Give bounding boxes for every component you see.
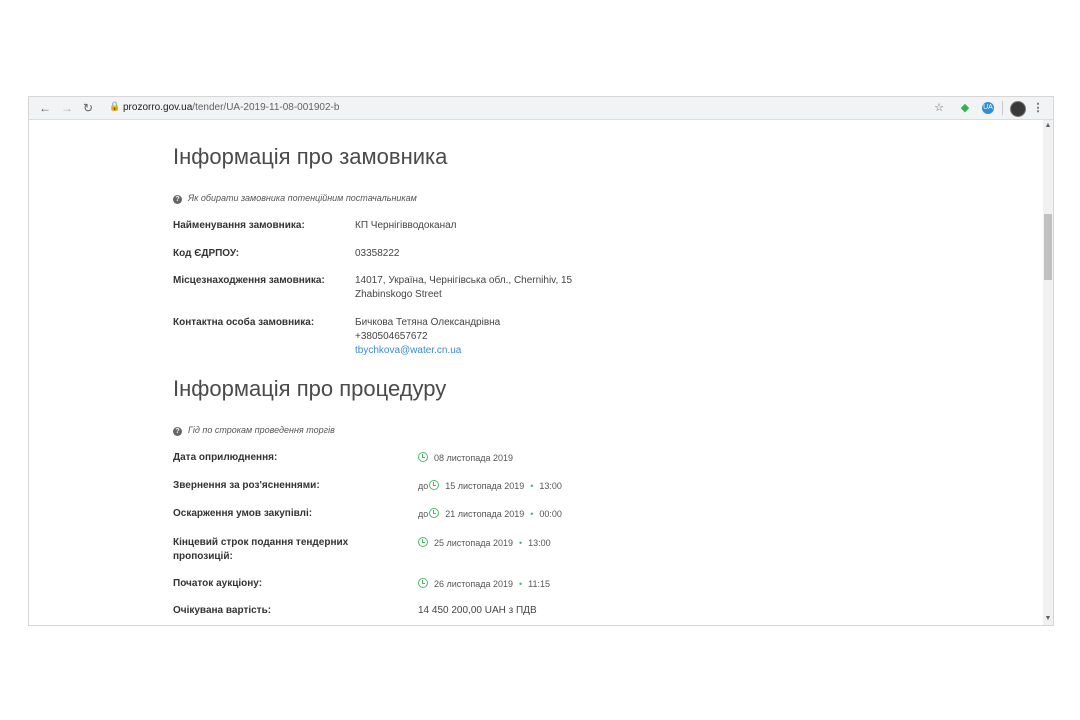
profile-avatar[interactable]	[1010, 101, 1026, 117]
contact-value: Бичкова Тетяна Олександрівна +3805046576…	[355, 316, 500, 358]
toolbar-divider	[1002, 101, 1003, 115]
bids-deadline-value: 25 листопада 2019 • 13:00	[418, 536, 551, 550]
clock-icon	[429, 480, 440, 490]
bookmark-star-icon[interactable]: ☆	[931, 100, 947, 116]
clarifications-label: Звернення за роз'ясненнями:	[173, 480, 320, 491]
menu-kebab-icon[interactable]: ⋮	[1030, 100, 1046, 116]
edrpou-value: 03358222	[355, 248, 400, 259]
clock-icon	[418, 537, 428, 547]
scroll-down-arrow-icon[interactable]: ▼	[1044, 615, 1052, 623]
forward-icon[interactable]: →	[59, 100, 75, 116]
customer-help-link[interactable]: ? Як обирати замовника потенційним постач…	[173, 193, 417, 204]
edrpou-label: Код ЄДРПОУ:	[173, 248, 240, 259]
contact-phone: +380504657672	[355, 331, 428, 342]
address-bar[interactable]: 🔒 prozorro.gov.ua/tender/UA-2019-11-08-0…	[101, 99, 921, 117]
location-value: 14017, Україна, Чернігівська обл., Chern…	[355, 275, 573, 300]
published-date-label: Дата оприлюднення:	[173, 452, 278, 463]
url-text[interactable]: prozorro.gov.ua/tender/UA-2019-11-08-001…	[123, 102, 339, 113]
published-date-value: 08 листопада 2019	[418, 451, 513, 465]
auction-start-value: 26 листопада 2019 • 11:15	[418, 577, 550, 591]
appeal-label: Оскарження умов закупівлі:	[173, 508, 313, 519]
customer-name-value: КП Чернігівводоканал	[355, 220, 457, 231]
browser-window: ← → ↻ 🔒 prozorro.gov.ua/tender/UA-2019-1…	[28, 96, 1054, 626]
clock-icon	[418, 578, 428, 588]
shield-extension-icon[interactable]: ◆	[957, 100, 973, 116]
location-label: Місцезнаходження замовника:	[173, 275, 325, 286]
procedure-section-title: Інформація про процедуру	[173, 376, 447, 401]
expected-value-label: Очікувана вартість:	[173, 605, 272, 616]
back-icon[interactable]: ←	[37, 100, 53, 116]
question-icon: ?	[173, 195, 182, 204]
clock-icon	[429, 508, 440, 518]
procedure-help-link[interactable]: ? Гід по строкам проведення торгів	[173, 425, 335, 436]
appeal-deadline: до 21 листопада 2019 • 00:00	[418, 508, 562, 519]
clarifications-deadline: до 15 листопада 2019 • 13:00	[418, 480, 562, 491]
extension-icon[interactable]: UA	[982, 102, 994, 114]
contact-label: Контактна особа замовника:	[173, 317, 315, 328]
question-icon: ?	[173, 427, 182, 436]
lock-icon: 🔒	[109, 101, 121, 111]
contact-name: Бичкова Тетяна Олександрівна	[355, 317, 501, 328]
scroll-thumb[interactable]	[1044, 214, 1052, 280]
scroll-up-arrow-icon[interactable]: ▲	[1044, 122, 1052, 130]
clock-icon	[418, 452, 428, 462]
page-viewport: Інформація про замовника ? Як обирати зам…	[29, 120, 1053, 625]
customer-section-title: Інформація про замовника	[173, 144, 448, 169]
contact-email-link[interactable]: tbychkova@water.cn.ua	[355, 345, 461, 356]
auction-start-label: Початок аукціону:	[173, 578, 263, 589]
customer-name-label: Найменування замовника:	[173, 220, 305, 231]
bids-deadline-label: Кінцевий строк подання тендерних пропози…	[173, 537, 349, 562]
vertical-scrollbar[interactable]: ▲ ▼	[1043, 120, 1053, 625]
expected-value-amount: 14 450 200,00 UAH з ПДВ	[418, 605, 537, 616]
browser-toolbar: ← → ↻ 🔒 prozorro.gov.ua/tender/UA-2019-1…	[29, 97, 1053, 120]
reload-icon[interactable]: ↻	[80, 100, 96, 116]
